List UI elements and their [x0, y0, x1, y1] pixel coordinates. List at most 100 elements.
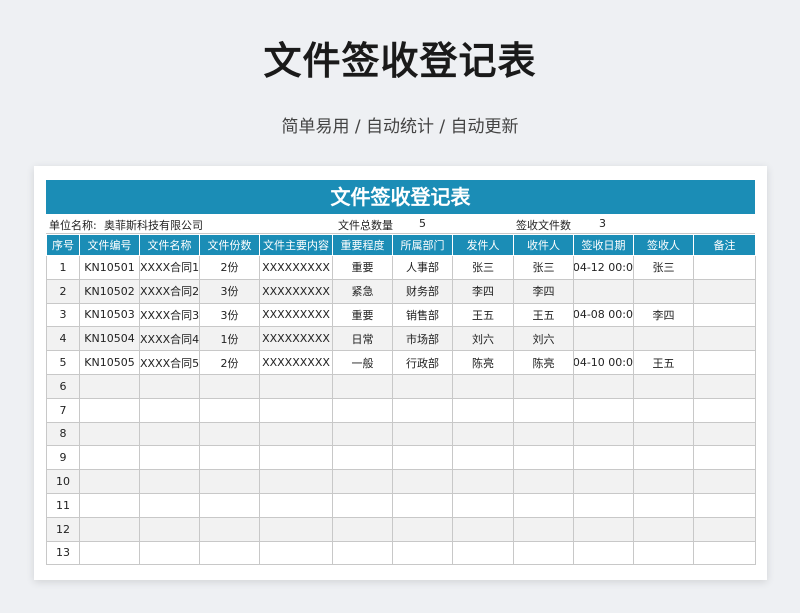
- table-cell[interactable]: [513, 469, 574, 494]
- table-cell[interactable]: 张三: [452, 255, 514, 280]
- table-cell[interactable]: 张三: [513, 255, 574, 280]
- table-cell[interactable]: XXXXXXXXX: [259, 302, 333, 328]
- table-cell[interactable]: 李四: [452, 278, 514, 304]
- table-cell[interactable]: 重要: [332, 255, 393, 280]
- table-cell[interactable]: [633, 278, 694, 304]
- table-cell[interactable]: [513, 540, 574, 566]
- table-cell[interactable]: 2份: [199, 350, 260, 375]
- table-cell[interactable]: 刘六: [452, 326, 514, 352]
- table-cell[interactable]: [633, 540, 694, 566]
- table-cell[interactable]: [79, 373, 140, 399]
- table-cell[interactable]: [573, 421, 634, 447]
- table-cell[interactable]: KN10503: [79, 302, 140, 328]
- table-cell[interactable]: [332, 445, 393, 471]
- table-cell[interactable]: [573, 278, 634, 304]
- table-cell[interactable]: [633, 492, 694, 518]
- table-cell[interactable]: [139, 421, 200, 447]
- table-cell[interactable]: X-04-12 00:0: [573, 255, 634, 280]
- table-cell[interactable]: 11: [46, 492, 80, 518]
- table-cell[interactable]: 12: [46, 516, 80, 542]
- table-cell[interactable]: 刘六: [513, 326, 574, 352]
- table-cell[interactable]: XXXX合同2: [139, 278, 200, 304]
- table-cell[interactable]: XXXXXXXXX: [259, 350, 333, 375]
- table-cell[interactable]: [259, 445, 333, 471]
- table-cell[interactable]: [452, 373, 514, 399]
- table-cell[interactable]: 人事部: [392, 255, 453, 280]
- table-cell[interactable]: 9: [46, 445, 80, 471]
- table-cell[interactable]: XXXX合同3: [139, 302, 200, 328]
- table-cell[interactable]: [573, 397, 634, 423]
- table-cell[interactable]: 陈亮: [513, 350, 574, 375]
- table-cell[interactable]: XXXX合同4: [139, 326, 200, 352]
- table-cell[interactable]: [199, 516, 260, 542]
- table-cell[interactable]: [452, 445, 514, 471]
- table-cell[interactable]: [259, 373, 333, 399]
- table-cell[interactable]: [259, 492, 333, 518]
- table-cell[interactable]: [332, 469, 393, 494]
- table-cell[interactable]: [693, 492, 756, 518]
- table-cell[interactable]: [573, 326, 634, 352]
- table-cell[interactable]: [693, 302, 756, 328]
- table-cell[interactable]: [199, 421, 260, 447]
- table-cell[interactable]: [79, 469, 140, 494]
- table-cell[interactable]: 张三: [633, 255, 694, 280]
- table-cell[interactable]: [513, 516, 574, 542]
- table-cell[interactable]: [139, 469, 200, 494]
- table-cell[interactable]: 1份: [199, 326, 260, 352]
- table-cell[interactable]: 重要: [332, 302, 393, 328]
- table-cell[interactable]: X-04-08 00:0: [573, 302, 634, 328]
- table-cell[interactable]: [199, 397, 260, 423]
- table-cell[interactable]: [139, 516, 200, 542]
- table-cell[interactable]: [392, 445, 453, 471]
- table-cell[interactable]: [513, 373, 574, 399]
- table-cell[interactable]: [693, 469, 756, 494]
- table-cell[interactable]: XXXXXXXXX: [259, 255, 333, 280]
- table-cell[interactable]: [693, 421, 756, 447]
- table-cell[interactable]: 一般: [332, 350, 393, 375]
- table-cell[interactable]: KN10505: [79, 350, 140, 375]
- table-cell[interactable]: [79, 540, 140, 566]
- table-cell[interactable]: XXXX合同5: [139, 350, 200, 375]
- table-cell[interactable]: [199, 540, 260, 566]
- table-cell[interactable]: 销售部: [392, 302, 453, 328]
- table-cell[interactable]: [332, 516, 393, 542]
- table-cell[interactable]: [452, 492, 514, 518]
- table-cell[interactable]: [332, 373, 393, 399]
- table-cell[interactable]: [199, 373, 260, 399]
- table-cell[interactable]: [513, 421, 574, 447]
- table-cell[interactable]: [79, 516, 140, 542]
- table-cell[interactable]: 3份: [199, 278, 260, 304]
- table-cell[interactable]: [259, 540, 333, 566]
- table-cell[interactable]: [693, 516, 756, 542]
- table-cell[interactable]: [452, 469, 514, 494]
- table-cell[interactable]: [693, 540, 756, 566]
- table-cell[interactable]: [452, 540, 514, 566]
- table-cell[interactable]: [332, 492, 393, 518]
- table-cell[interactable]: [199, 492, 260, 518]
- table-cell[interactable]: 李四: [633, 302, 694, 328]
- table-cell[interactable]: [259, 516, 333, 542]
- table-cell[interactable]: [693, 373, 756, 399]
- table-cell[interactable]: 5: [46, 350, 80, 375]
- table-cell[interactable]: [259, 397, 333, 423]
- table-cell[interactable]: KN10502: [79, 278, 140, 304]
- table-cell[interactable]: KN10501: [79, 255, 140, 280]
- table-cell[interactable]: [573, 445, 634, 471]
- table-cell[interactable]: X-04-10 00:0: [573, 350, 634, 375]
- table-cell[interactable]: [139, 373, 200, 399]
- table-cell[interactable]: [392, 540, 453, 566]
- table-cell[interactable]: 2份: [199, 255, 260, 280]
- table-cell[interactable]: 陈亮: [452, 350, 514, 375]
- table-cell[interactable]: 8: [46, 421, 80, 447]
- table-cell[interactable]: 日常: [332, 326, 393, 352]
- table-cell[interactable]: [693, 278, 756, 304]
- table-cell[interactable]: [573, 516, 634, 542]
- table-cell[interactable]: [633, 373, 694, 399]
- table-cell[interactable]: [139, 540, 200, 566]
- table-cell[interactable]: 6: [46, 373, 80, 399]
- table-cell[interactable]: [573, 469, 634, 494]
- table-cell[interactable]: [392, 397, 453, 423]
- table-cell[interactable]: [573, 540, 634, 566]
- table-cell[interactable]: [139, 445, 200, 471]
- table-cell[interactable]: [332, 421, 393, 447]
